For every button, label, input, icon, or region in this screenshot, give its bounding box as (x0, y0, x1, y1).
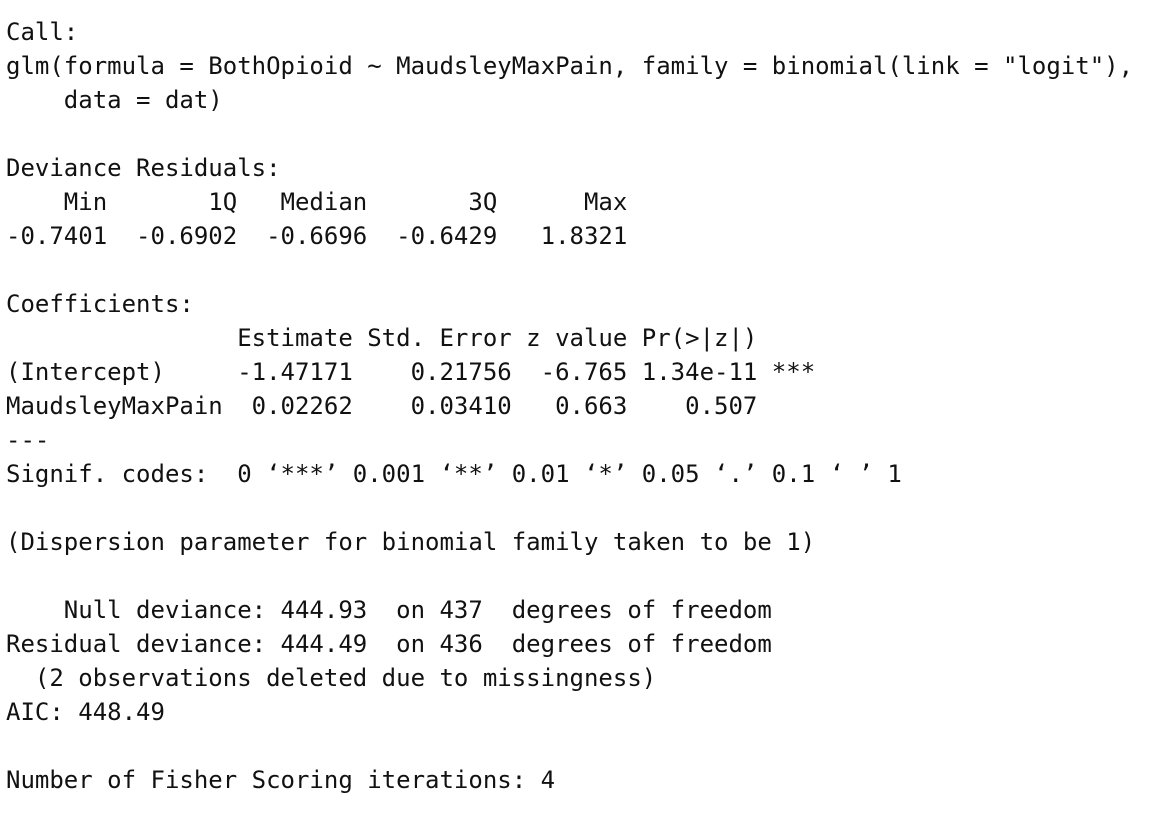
deviance-residuals-header: Min 1Q Median 3Q Max (6, 188, 628, 216)
deviance-residuals-label: Deviance Residuals: (6, 154, 281, 182)
coefficient-row-intercept: (Intercept) -1.47171 0.21756 -6.765 1.34… (6, 358, 816, 386)
fisher-iterations-line: Number of Fisher Scoring iterations: 4 (6, 766, 556, 794)
signif-codes-line: Signif. codes: 0 ‘***’ 0.001 ‘**’ 0.01 ‘… (6, 460, 902, 488)
separator-line: --- (6, 426, 50, 454)
glm-formula-line: glm(formula = BothOpioid ~ MaudsleyMaxPa… (6, 52, 1134, 80)
missingness-note: (2 observations deleted due to missingne… (6, 664, 657, 692)
residual-deviance-line: Residual deviance: 444.49 on 436 degrees… (6, 630, 772, 658)
dispersion-note: (Dispersion parameter for binomial famil… (6, 528, 816, 556)
coefficients-label: Coefficients: (6, 290, 194, 318)
call-label: Call: (6, 18, 79, 46)
coefficients-header: Estimate Std. Error z value Pr(>|z|) (6, 324, 758, 352)
null-deviance-line: Null deviance: 444.93 on 437 degrees of … (6, 596, 772, 624)
r-console-output: Call: glm(formula = BothOpioid ~ Maudsle… (6, 15, 1166, 797)
coefficient-row-maudsley: MaudsleyMaxPain 0.02262 0.03410 0.663 0.… (6, 392, 758, 420)
deviance-residuals-values: -0.7401 -0.6902 -0.6696 -0.6429 1.8321 (6, 222, 628, 250)
aic-line: AIC: 448.49 (6, 698, 165, 726)
glm-data-line: data = dat) (6, 86, 223, 114)
